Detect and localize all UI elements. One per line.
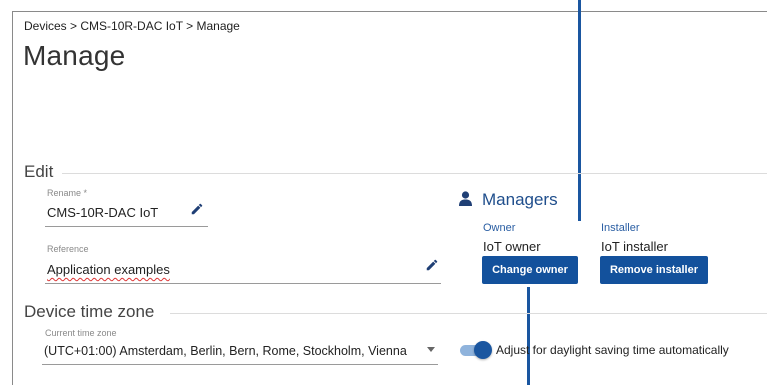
rename-underline xyxy=(45,226,208,227)
timezone-underline xyxy=(42,364,438,365)
callout-line-top xyxy=(578,0,581,221)
dst-toggle[interactable] xyxy=(474,341,492,359)
owner-label: Owner xyxy=(483,222,516,234)
managers-title: Managers xyxy=(482,190,558,209)
installer-value: IoT installer xyxy=(601,239,668,254)
reference-label: Reference xyxy=(47,244,89,254)
person-icon xyxy=(459,191,472,206)
remove-installer-button[interactable]: Remove installer xyxy=(600,256,708,284)
timezone-select[interactable]: (UTC+01:00) Amsterdam, Berlin, Bern, Rom… xyxy=(44,344,407,358)
reference-value: Application examples xyxy=(47,262,170,277)
timezone-section-divider xyxy=(170,313,767,314)
owner-value: IoT owner xyxy=(483,239,541,254)
edit-section-title: Edit xyxy=(24,162,54,181)
reference-underline xyxy=(45,283,441,284)
change-owner-button[interactable]: Change owner xyxy=(482,256,578,284)
rename-label: Rename * xyxy=(47,188,88,198)
installer-label: Installer xyxy=(601,222,640,234)
pencil-icon[interactable] xyxy=(425,258,439,272)
reference-input[interactable]: Application examples xyxy=(47,262,170,277)
callout-line-bottom xyxy=(527,287,530,385)
chevron-down-icon[interactable] xyxy=(427,347,435,352)
timezone-section-title: Device time zone xyxy=(24,302,155,321)
breadcrumb: Devices > CMS-10R-DAC IoT > Manage xyxy=(24,19,240,33)
timezone-select-label: Current time zone xyxy=(45,328,117,338)
dst-toggle-label: Adjust for daylight saving time automati… xyxy=(496,343,729,357)
edit-section-divider xyxy=(62,173,767,174)
page-title: Manage xyxy=(23,40,126,71)
rename-input[interactable]: CMS-10R-DAC IoT xyxy=(47,205,158,220)
pencil-icon[interactable] xyxy=(190,202,204,216)
